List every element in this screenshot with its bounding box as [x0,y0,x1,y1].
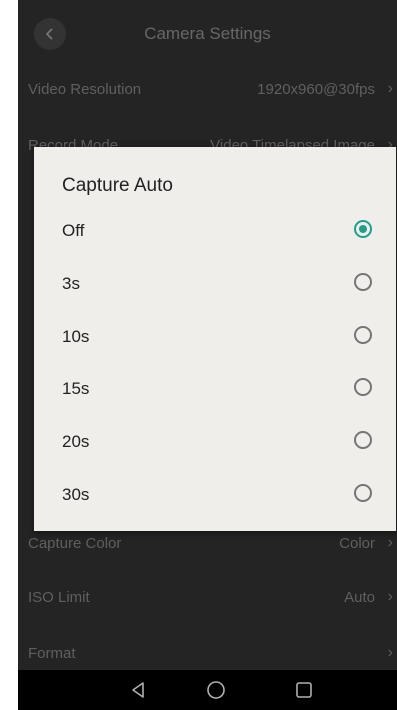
option-15s[interactable]: 15s [34,363,396,415]
radio-button[interactable] [354,484,372,502]
option-label: Off [62,221,85,240]
dialog-title: Capture Auto [62,175,173,196]
option-off[interactable]: Off [34,205,396,257]
option-30s[interactable]: 30s [34,469,396,521]
option-label: 20s [62,432,90,451]
radio-button[interactable] [354,273,372,291]
radio-button[interactable] [354,326,372,344]
option-10s[interactable]: 10s [34,311,396,363]
option-label: 10s [62,327,90,346]
option-label: 15s [62,379,90,398]
capture-auto-dialog: Capture Auto Off 3s 10s 15s 20s 30s [34,147,396,531]
radio-button[interactable] [354,431,372,449]
radio-button[interactable] [354,220,372,238]
option-3s[interactable]: 3s [34,258,396,310]
radio-button[interactable] [354,378,372,396]
option-label: 30s [62,485,90,504]
option-20s[interactable]: 20s [34,416,396,468]
option-label: 3s [62,274,80,293]
